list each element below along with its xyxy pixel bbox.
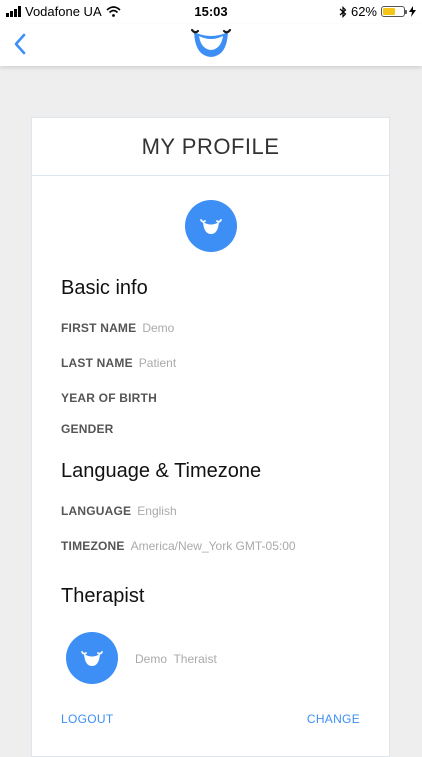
language-row: LANGUAGE English [61, 504, 177, 518]
profile-card: MY PROFILE Basic info FIRST NAME Demo LAS… [31, 117, 390, 757]
smile-avatar-icon [200, 219, 222, 234]
language-value: English [137, 504, 177, 518]
first-name-row: FIRST NAME Demo [61, 321, 174, 335]
navigation-bar [0, 24, 422, 66]
timezone-label: TIMEZONE [61, 539, 125, 553]
therapist-name: Demo Theraist [135, 652, 217, 666]
battery-percent: 62% [350, 4, 377, 19]
smile-logo-icon [190, 28, 232, 57]
therapist-avatar [66, 632, 118, 684]
timezone-row: TIMEZONE America/New_York GMT-05:00 [61, 539, 296, 553]
battery-icon [381, 6, 407, 17]
avatar [185, 200, 237, 252]
status-bar: Vodafone UA 15:03 62% [0, 0, 422, 24]
year-of-birth-row: YEAR OF BIRTH [61, 391, 157, 405]
last-name-label: LAST NAME [61, 356, 133, 370]
page-title: MY PROFILE [32, 118, 389, 176]
smile-avatar-icon [81, 651, 103, 666]
chevron-left-icon[interactable] [10, 30, 30, 58]
year-of-birth-label: YEAR OF BIRTH [61, 391, 157, 405]
bluetooth-icon [339, 5, 347, 18]
language-label: LANGUAGE [61, 504, 132, 518]
section-heading-language-timezone: Language & Timezone [61, 460, 262, 482]
status-bar-right: 62% [339, 4, 416, 19]
section-heading-basic-info: Basic info [61, 277, 148, 299]
section-heading-therapist: Therapist [61, 585, 145, 607]
timezone-value: America/New_York GMT-05:00 [130, 539, 296, 553]
last-name-value: Patient [138, 356, 177, 370]
gender-row: GENDER [61, 422, 114, 436]
charging-icon [409, 6, 416, 17]
gender-label: GENDER [61, 422, 114, 436]
change-therapist-button[interactable]: CHANGE [307, 712, 360, 726]
first-name-label: FIRST NAME [61, 321, 137, 335]
last-name-row: LAST NAME Patient [61, 356, 176, 370]
battery-fill [383, 8, 396, 15]
first-name-value: Demo [142, 321, 175, 335]
logout-button[interactable]: LOGOUT [61, 712, 113, 726]
